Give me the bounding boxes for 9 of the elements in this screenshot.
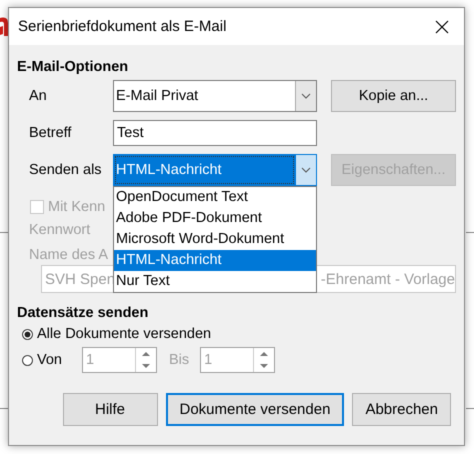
field-label: Name des A	[29, 247, 108, 263]
field-label: An	[29, 88, 47, 104]
field-label: Bis	[169, 352, 190, 368]
field-label: Kennwort	[29, 222, 90, 238]
section-heading: Datensätze senden	[17, 305, 150, 321]
field-label: Betreff	[29, 125, 72, 141]
section-heading: E-Mail-Optionen	[17, 59, 130, 75]
field-label: Senden als	[29, 162, 102, 178]
window-title: Serienbriefdokument als E-Mail	[18, 18, 228, 35]
